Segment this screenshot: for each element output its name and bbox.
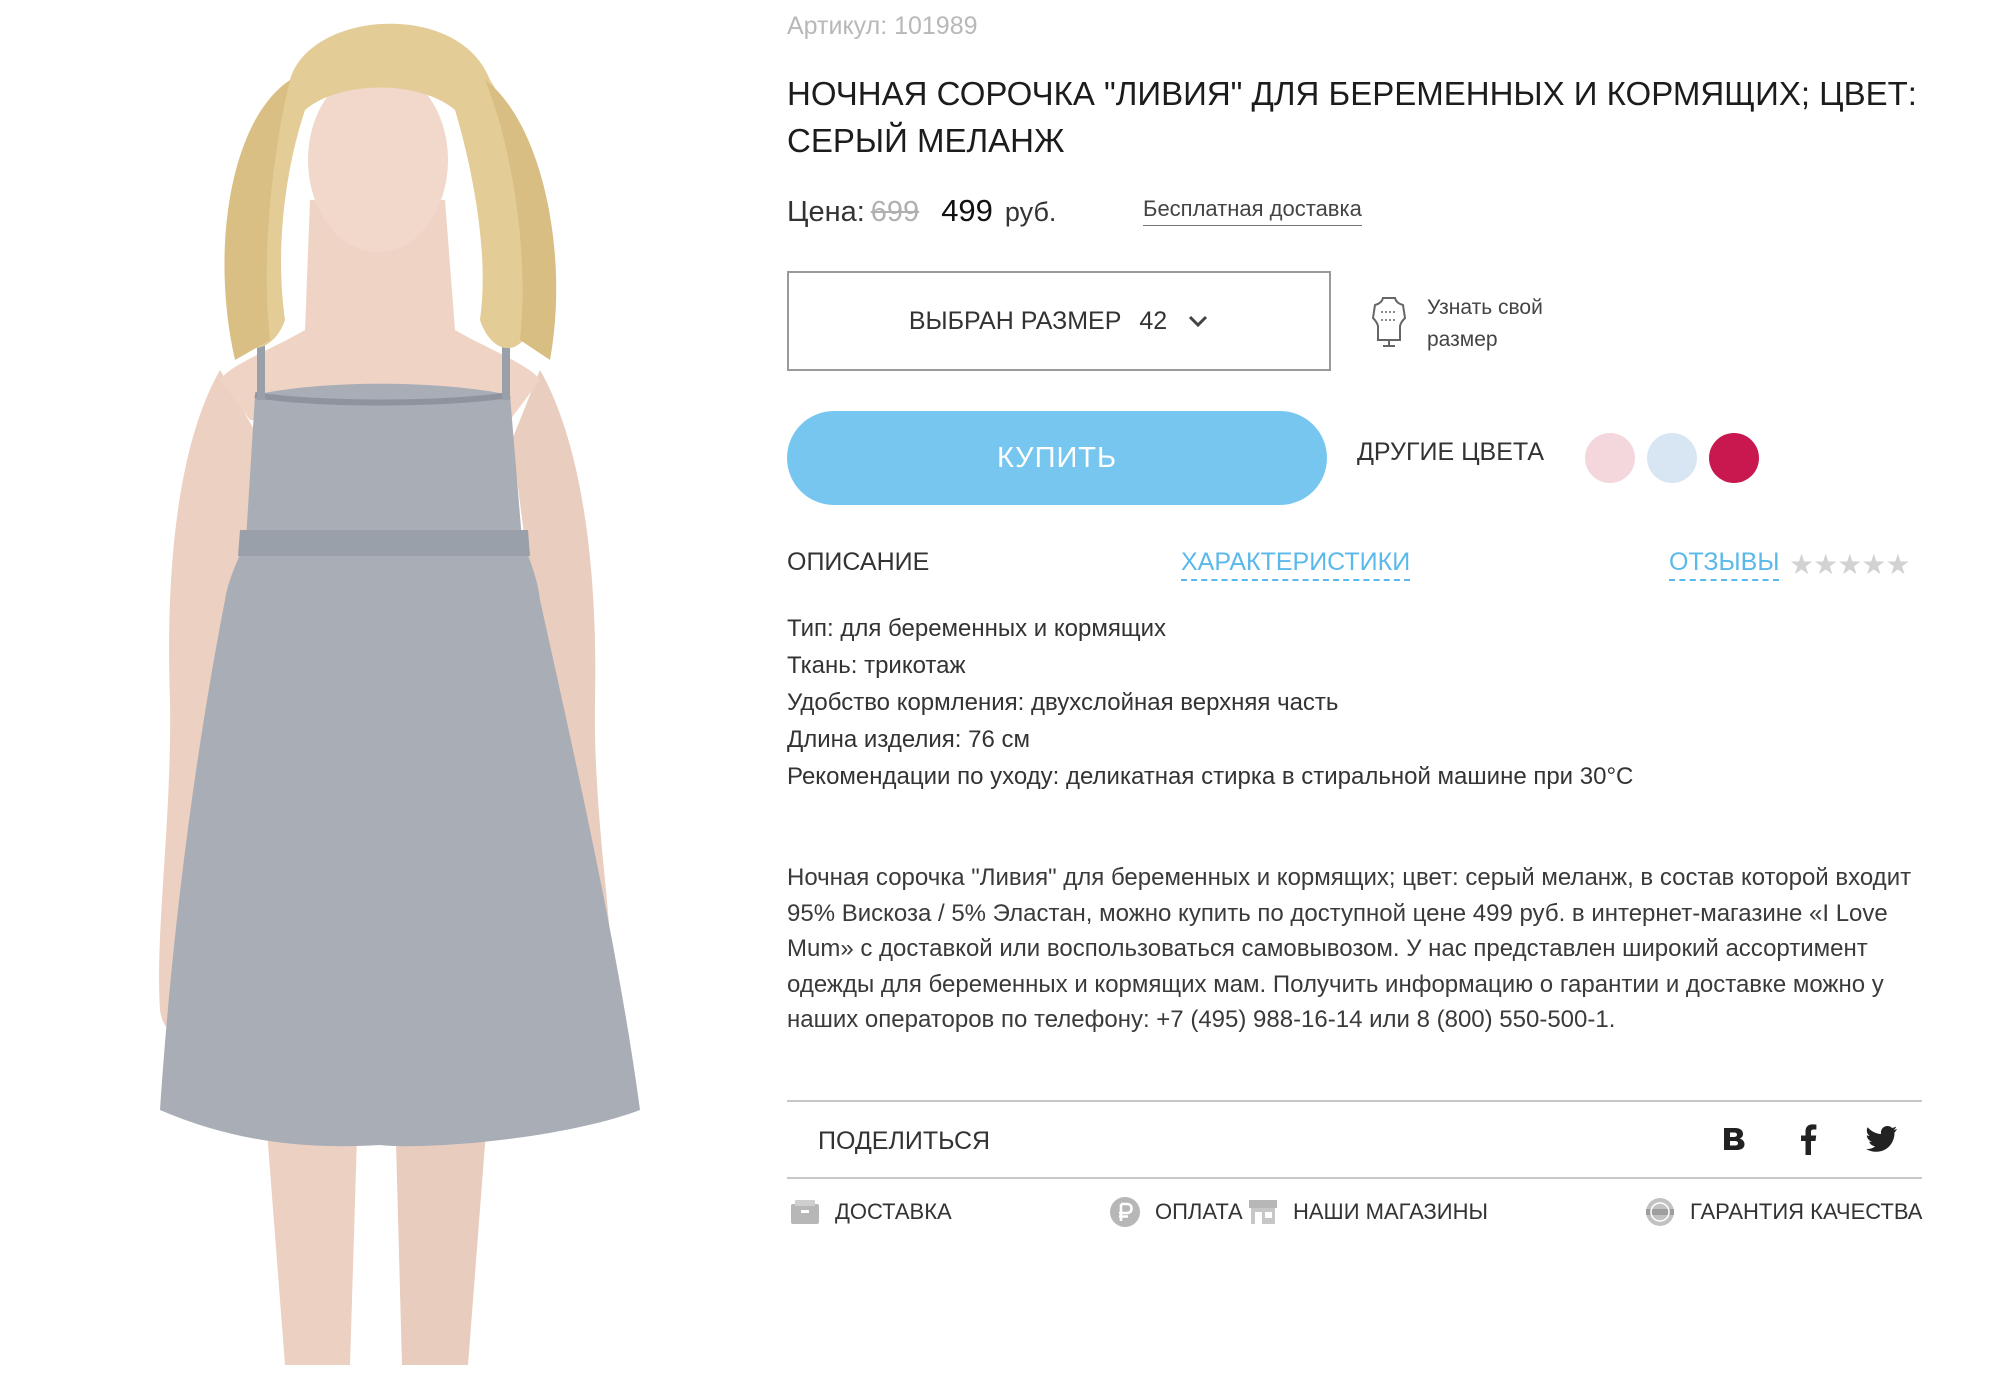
footer-link-quality[interactable]: ГАРАНТИЯ КАЧЕСТВА: [1644, 1196, 1922, 1228]
price-label: Цена:: [787, 196, 865, 228]
product-sku: Артикул: 101989: [787, 12, 978, 40]
size-guide-link[interactable]: Узнать свой размер: [1369, 292, 1577, 356]
store-icon: [1249, 1200, 1277, 1224]
divider: [787, 1177, 1922, 1179]
footer-link-delivery[interactable]: ДОСТАВКА: [789, 1196, 952, 1228]
chevron-down-icon: [1189, 315, 1208, 328]
footer-label: ОПЛАТА: [1155, 1199, 1243, 1224]
share-label: ПОДЕЛИТЬСЯ: [818, 1127, 991, 1155]
divider: [787, 1100, 1922, 1102]
twitter-icon[interactable]: [1864, 1121, 1900, 1157]
color-swatch-crimson[interactable]: [1709, 433, 1759, 483]
rating-stars[interactable]: ★★★★★: [1789, 548, 1911, 581]
delivery-icon: [791, 1200, 819, 1224]
spec-item: Тип: для беременных и кормящих: [787, 615, 1166, 642]
product-photo: [60, 0, 760, 1370]
spec-item: Длина изделия: 76 см: [787, 726, 1030, 753]
spec-item: Ткань: трикотаж: [787, 652, 966, 679]
free-delivery-link[interactable]: Бесплатная доставка: [1143, 196, 1362, 226]
product-title: НОЧНАЯ СОРОЧКА "ЛИВИЯ" ДЛЯ БЕРЕМЕННЫХ И …: [787, 75, 1917, 159]
product-description: Ночная сорочка "Ливия" для беременных и …: [787, 864, 1912, 1033]
vk-icon[interactable]: [1716, 1121, 1752, 1157]
price-row: Цена: 699 499 руб.: [787, 193, 1056, 233]
footer-label: ГАРАНТИЯ КАЧЕСТВА: [1690, 1199, 1923, 1224]
size-select-value: 42: [1139, 306, 1168, 335]
footer-link-stores[interactable]: НАШИ МАГАЗИНЫ: [1247, 1196, 1488, 1228]
footer-link-payment[interactable]: ОПЛАТА: [1109, 1196, 1243, 1228]
size-select[interactable]: ВЫБРАН РАЗМЕР 42: [787, 271, 1331, 371]
quality-badge-icon: [1646, 1198, 1674, 1226]
footer-label: ДОСТАВКА: [835, 1199, 952, 1224]
spec-item: Рекомендации по уходу: деликатная стирка…: [787, 763, 1634, 790]
mannequin-icon: [1371, 297, 1407, 347]
price-currency: руб.: [1004, 197, 1057, 227]
tab-characteristics[interactable]: ХАРАКТЕРИСТИКИ: [1181, 548, 1411, 581]
buy-button[interactable]: КУПИТЬ: [787, 411, 1327, 505]
current-price: 499: [941, 193, 993, 228]
facebook-icon[interactable]: [1790, 1121, 1826, 1157]
product-tabs: ОПИСАНИЕ ХАРАКТЕРИСТИКИ ОТЗЫВЫ ★★★★★: [787, 548, 1922, 588]
ruble-icon: [1110, 1197, 1140, 1227]
tab-description[interactable]: ОПИСАНИЕ: [787, 548, 929, 577]
specs-list: Тип: для беременных и кормящих Ткань: тр…: [787, 610, 1922, 795]
size-select-label: ВЫБРАН РАЗМЕР: [908, 306, 1122, 335]
size-guide-label: Узнать свой размер: [1427, 296, 1543, 351]
color-swatch-light-blue[interactable]: [1647, 433, 1697, 483]
other-colors-label: ДРУГИЕ ЦВЕТА: [1357, 438, 1545, 466]
tab-reviews[interactable]: ОТЗЫВЫ: [1669, 548, 1780, 581]
spec-item: Удобство кормления: двухслойная верхняя …: [787, 689, 1339, 716]
footer-label: НАШИ МАГАЗИНЫ: [1293, 1199, 1488, 1224]
old-price: 699: [870, 196, 920, 228]
color-swatch-pink[interactable]: [1585, 433, 1635, 483]
